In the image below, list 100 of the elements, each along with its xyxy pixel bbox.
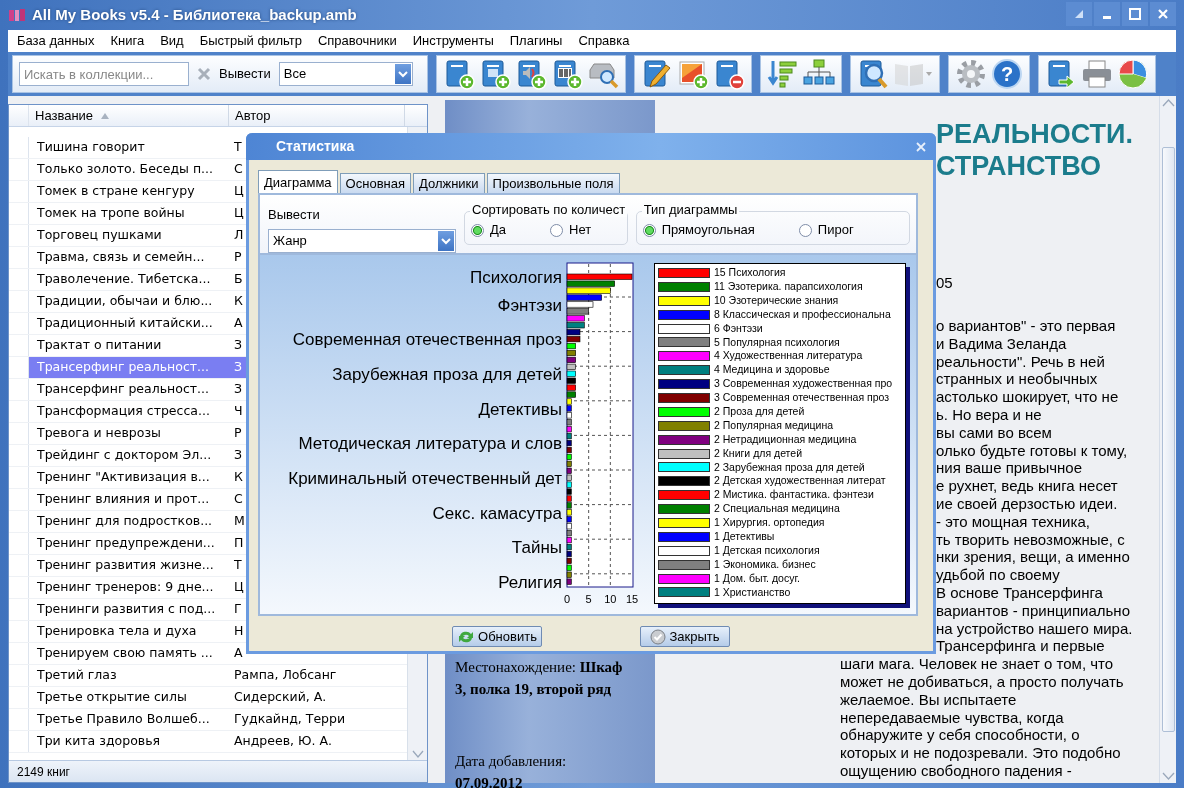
location-text: 3, полка 19, второй ряд xyxy=(455,680,613,699)
table-cell-text: Тренинг предупреждени... xyxy=(36,534,216,553)
settings-icon[interactable] xyxy=(955,58,987,90)
table-cell-text: С xyxy=(233,490,243,509)
table-cell-text: Трансерфинг реальност... xyxy=(36,380,210,399)
pencil-book-icon[interactable] xyxy=(641,58,673,90)
axis-label: Религия xyxy=(498,572,562,592)
status-text: 2149 книг xyxy=(9,760,427,782)
table-cell-text: М xyxy=(233,512,245,531)
legend-label: 3 Современная отечественная проз xyxy=(714,390,890,406)
legend-label: 15 Психология xyxy=(714,265,786,281)
table-cell-text: Л xyxy=(233,226,244,245)
table-cell-text: А xyxy=(233,314,243,333)
menu-item[interactable]: База данных xyxy=(10,31,104,51)
picture-plus-icon[interactable] xyxy=(677,58,709,90)
sort-icon[interactable] xyxy=(767,58,799,90)
table-cell-text: Торговец пушками xyxy=(36,226,163,245)
tick-label: 5 xyxy=(585,593,592,605)
axis-label: Тайны xyxy=(511,538,562,558)
legend-label: 2 Популярная медицина xyxy=(714,417,834,433)
table-cell-text: А xyxy=(233,644,243,663)
table-row[interactable]: Три кита здоровья Андреев, Ю. А. xyxy=(29,731,407,752)
column-header[interactable]: Автор xyxy=(229,105,405,126)
tab[interactable]: Должники xyxy=(413,173,485,193)
table-cell-text: Третий глаз xyxy=(36,666,118,685)
description-line: нки зрения, вещи, а именно xyxy=(936,548,1130,566)
table-row[interactable]: Третий глаз Рампа, Лобсанг xyxy=(29,665,407,686)
table-cell-text: Трактат о питании xyxy=(36,336,163,355)
pie-chart-icon[interactable] xyxy=(1117,58,1149,90)
output-dropdown[interactable]: Жанр xyxy=(268,228,456,253)
menu-item[interactable]: Инструменты xyxy=(405,31,503,51)
menu-item[interactable]: Вид xyxy=(153,31,193,51)
table-cell-text: С xyxy=(233,160,243,179)
table-cell-text: Г xyxy=(233,600,242,619)
description-line: олько будьте готовы к тому, xyxy=(936,441,1128,459)
clear-icon[interactable] xyxy=(197,67,211,81)
scroll-up-icon[interactable] xyxy=(1161,98,1175,108)
book-heading: СТРАНСТВО xyxy=(936,151,1102,181)
menu-item[interactable]: Книга xyxy=(103,31,154,51)
table-cell-text: Траволечение. Тибетска... xyxy=(36,270,212,289)
table-cell-text: Ц xyxy=(233,182,244,201)
check-circle-icon xyxy=(650,628,667,645)
table-cell-text: З xyxy=(233,446,242,465)
scroll-thumb[interactable] xyxy=(1161,147,1175,732)
book-export-icon[interactable] xyxy=(1045,58,1077,90)
tab[interactable]: Диаграмма xyxy=(258,170,338,193)
legend-label: 1 Детская психология xyxy=(714,542,820,558)
menu-item[interactable]: Справочники xyxy=(310,31,406,51)
chevron-down-icon[interactable] xyxy=(397,70,408,78)
radio-button[interactable] xyxy=(798,223,812,237)
table-cell-text: З xyxy=(233,336,242,355)
table-cell-text: Тренинг тренеров: 9 дне... xyxy=(36,578,215,597)
chevron-down-icon[interactable] xyxy=(441,236,451,245)
scroll-down-icon[interactable] xyxy=(410,748,425,760)
maximize-icon[interactable] xyxy=(1126,5,1144,23)
menu-item[interactable]: Плагины xyxy=(502,31,572,51)
speaker-plus-icon[interactable] xyxy=(515,58,547,90)
table-cell-text: Традиционный китайски... xyxy=(36,314,214,333)
filter-dropdown[interactable]: Все xyxy=(278,62,413,86)
refresh-button[interactable]: Обновить xyxy=(452,626,542,647)
menu-item[interactable]: Быстрый фильтр xyxy=(192,31,311,51)
scrollbar[interactable] xyxy=(1159,96,1176,783)
legend-label: 2 Проза для детей xyxy=(714,404,805,419)
axis-label: Психология xyxy=(469,268,562,287)
table-cell-text: Тишина говорит xyxy=(36,138,146,157)
close-icon[interactable] xyxy=(916,141,926,152)
dialog-title: Статистика xyxy=(276,137,355,156)
table-cell-text: Три кита здоровья xyxy=(36,732,162,751)
legend-label: 2 Книги для детей xyxy=(714,445,803,461)
table-row[interactable]: Третье открытие силы Сидерский, А. xyxy=(29,687,407,708)
description-line: на устройство нашего мира. xyxy=(936,619,1133,637)
book-minus-icon[interactable] xyxy=(713,58,745,90)
date-label: Дата добавления: xyxy=(455,752,568,771)
printer-icon[interactable] xyxy=(1081,58,1113,90)
table-cell-text: Травма, связь и семейн... xyxy=(36,248,206,267)
radio-button[interactable] xyxy=(471,223,484,237)
legend-label: 11 Эзотерика. парапсихология xyxy=(714,278,863,294)
filter-label: Вывести xyxy=(219,65,271,84)
search-icon[interactable] xyxy=(857,58,889,90)
table-cell-text: Тренинг для подростков... xyxy=(36,512,214,531)
close-button[interactable]: Закрыть xyxy=(640,626,730,647)
legend-label: 2 Мистика. фантастика. фэнтези xyxy=(714,487,874,503)
table-cell-text: Традиции, обычаи и блю... xyxy=(36,292,214,311)
description-line: и Вадима Зеланда xyxy=(936,334,1067,352)
table-row[interactable]: Третье Правило Волшеб... Гудкайнд, Терри xyxy=(29,709,407,730)
tab[interactable]: Произвольные поля xyxy=(486,173,620,193)
table-cell-text: Томек на тропе войны xyxy=(36,204,186,223)
ebook-plus-icon[interactable] xyxy=(479,58,511,90)
radio-button[interactable] xyxy=(642,223,656,237)
barcode-plus-icon[interactable] xyxy=(551,58,583,90)
description-line: Трансерфинга и первые xyxy=(936,637,1105,655)
scroll-down-icon[interactable] xyxy=(1161,771,1175,781)
column-header[interactable]: Название xyxy=(29,105,229,126)
tab[interactable]: Основная xyxy=(339,173,411,193)
book-plus-icon[interactable] xyxy=(443,58,475,90)
table-cell-text: Третье Правило Волшеб... xyxy=(36,710,211,729)
search-field[interactable]: Искать в коллекции... xyxy=(19,62,189,86)
help-icon[interactable]: ? xyxy=(991,58,1023,90)
radio-button[interactable] xyxy=(550,223,564,237)
menu-item[interactable]: Справка xyxy=(571,31,639,51)
